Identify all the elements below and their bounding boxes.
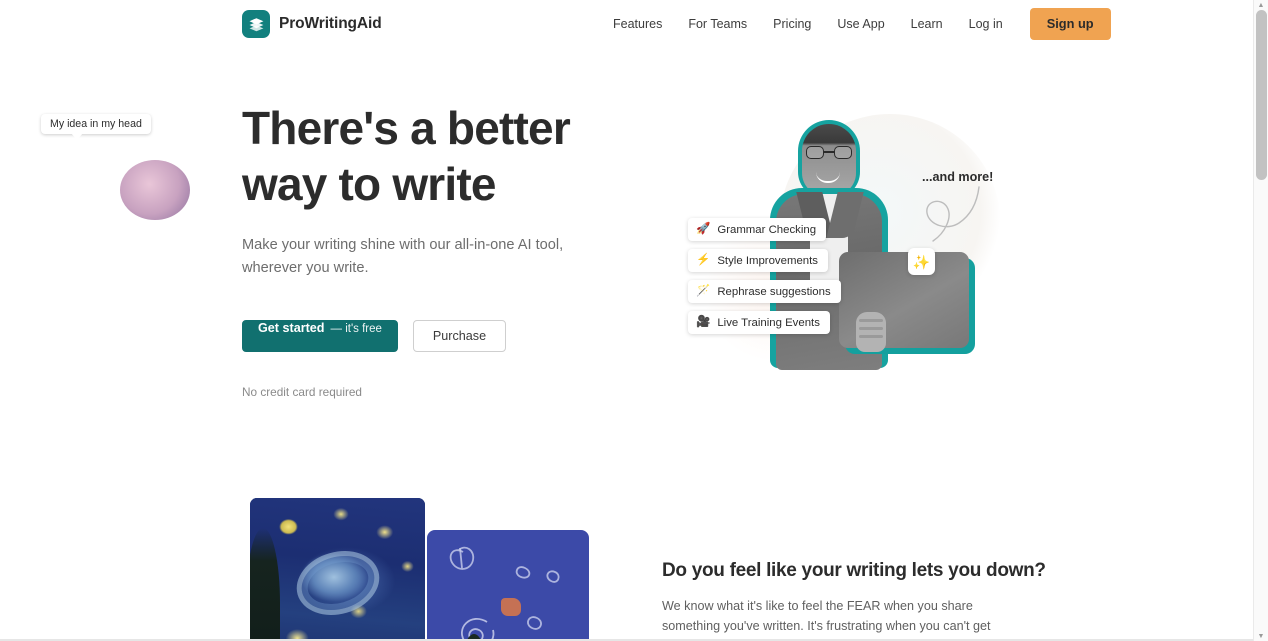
starry-night-painting bbox=[250, 498, 425, 641]
pink-blob bbox=[120, 160, 190, 220]
book-logo-icon bbox=[242, 10, 270, 38]
and-more-label: ...and more! bbox=[922, 170, 994, 184]
sketch-panel bbox=[427, 530, 589, 641]
vertical-scrollbar[interactable]: ▲ ▼ bbox=[1253, 0, 1268, 641]
swirl-shape bbox=[288, 541, 387, 625]
section-copy: Do you feel like your writing lets you d… bbox=[662, 560, 1046, 641]
get-started-button[interactable]: Get started — it's free bbox=[242, 320, 398, 352]
nav-item-learn[interactable]: Learn bbox=[898, 7, 956, 41]
hero-illustration: ✨ ...and more! 🚀 Grammar Checking ⚡ Styl… bbox=[660, 100, 1020, 390]
lightning-icon: ⚡ bbox=[696, 253, 711, 266]
page-root: ProWritingAid Features For Teams Pricing… bbox=[0, 0, 1268, 641]
head bbox=[802, 124, 856, 196]
scroll-down-arrow-icon[interactable]: ▼ bbox=[1254, 631, 1268, 641]
purchase-button[interactable]: Purchase bbox=[412, 320, 507, 352]
feature-chip-label: Rephrase suggestions bbox=[717, 285, 831, 298]
rocket-icon: 🚀 bbox=[696, 222, 711, 235]
feature-chip-live-training[interactable]: 🎥 Live Training Events bbox=[688, 311, 830, 334]
hero-subtitle: Make your writing shine with our all-in-… bbox=[242, 237, 564, 276]
nav-item-pricing[interactable]: Pricing bbox=[760, 7, 824, 41]
brand-name: ProWritingAid bbox=[279, 15, 382, 32]
sign-up-button[interactable]: Sign up bbox=[1029, 8, 1111, 40]
main-nav: Features For Teams Pricing Use App Learn… bbox=[600, 7, 1111, 41]
hero-copy: There's a better way to write Make your … bbox=[242, 100, 642, 399]
get-started-label: Get started bbox=[258, 321, 325, 335]
nav-item-log-in[interactable]: Log in bbox=[956, 7, 1016, 41]
sun-doodle bbox=[501, 598, 521, 616]
movie-camera-icon: 🎥 bbox=[696, 315, 711, 328]
nav-item-for-teams[interactable]: For Teams bbox=[675, 7, 760, 41]
sketch-doodles bbox=[449, 546, 560, 641]
section-title: Do you feel like your writing lets you d… bbox=[662, 560, 1046, 581]
site-header: ProWritingAid Features For Teams Pricing… bbox=[0, 0, 1253, 48]
feature-chip-style[interactable]: ⚡ Style Improvements bbox=[688, 249, 828, 272]
squiggle-line-icon bbox=[926, 186, 980, 242]
feature-chip-label: Live Training Events bbox=[717, 316, 820, 329]
no-credit-card-note: No credit card required bbox=[242, 385, 362, 399]
nav-item-features[interactable]: Features bbox=[600, 7, 675, 41]
scroll-up-arrow-icon[interactable]: ▲ bbox=[1254, 0, 1268, 10]
idea-speech-bubble: My idea in my head bbox=[41, 114, 151, 140]
hero-title-line-1: There's a better bbox=[242, 102, 571, 154]
feature-chip-label: Style Improvements bbox=[717, 254, 818, 267]
section-body: We know what it's like to feel the FEAR … bbox=[662, 599, 991, 641]
cypress-tree bbox=[250, 528, 280, 641]
feature-chip-label: Grammar Checking bbox=[717, 223, 817, 236]
get-started-suffix: — it's free bbox=[330, 323, 382, 335]
scrollbar-thumb[interactable] bbox=[1256, 10, 1267, 180]
nav-item-use-app[interactable]: Use App bbox=[824, 7, 897, 41]
hero-cta-group: Get started — it's free Purchase bbox=[242, 320, 642, 352]
feature-chip-grammar[interactable]: 🚀 Grammar Checking bbox=[688, 218, 827, 241]
hand bbox=[856, 312, 886, 352]
page-title: There's a better way to write bbox=[242, 100, 642, 212]
hero-title-line-2: way to write bbox=[242, 158, 496, 210]
feature-chip-list: 🚀 Grammar Checking ⚡ Style Improvements … bbox=[688, 218, 841, 334]
brand-logo[interactable]: ProWritingAid bbox=[242, 10, 382, 38]
magic-wand-icon: 🪄 bbox=[696, 284, 711, 297]
feature-chip-rephrase[interactable]: 🪄 Rephrase suggestions bbox=[688, 280, 841, 303]
starry-night-panel bbox=[250, 498, 425, 641]
glasses-icon bbox=[805, 146, 853, 159]
